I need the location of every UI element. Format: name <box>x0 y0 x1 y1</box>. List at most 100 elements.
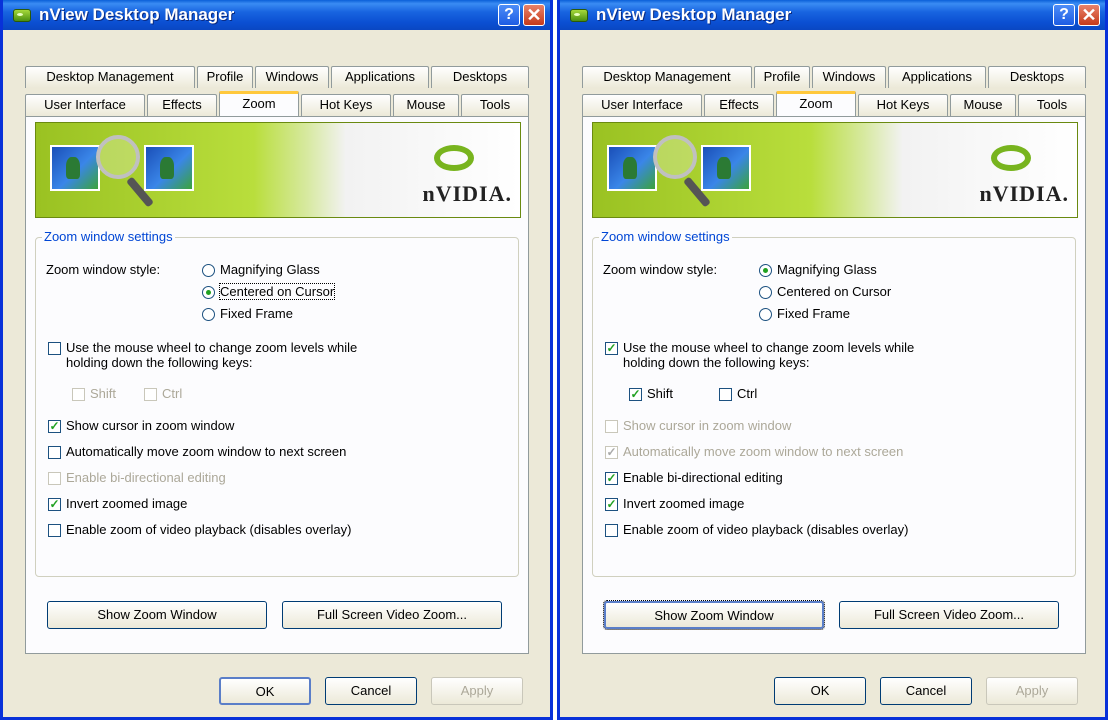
magnifier-icon <box>96 135 140 179</box>
show-zoom-window-button[interactable]: Show Zoom Window <box>47 601 267 629</box>
tab-mouse[interactable]: Mouse <box>393 94 459 116</box>
ok-button[interactable]: OK <box>219 677 311 705</box>
tab-effects[interactable]: Effects <box>704 94 774 116</box>
mouse-wheel-label-1[interactable]: Use the mouse wheel to change zoom level… <box>623 340 914 355</box>
nvidia-app-icon <box>13 9 31 22</box>
zoom-settings-group: Zoom window settings Zoom window style: … <box>35 229 519 577</box>
full-screen-video-zoom-button[interactable]: Full Screen Video Zoom... <box>839 601 1059 629</box>
desktop-thumbnail <box>144 145 194 191</box>
help-icon[interactable]: ? <box>1053 4 1075 26</box>
title-bar[interactable]: nView Desktop Manager ? ✕ <box>560 0 1105 30</box>
radio-magnifying-glass-label[interactable]: Magnifying Glass <box>777 262 877 277</box>
tab-zoom[interactable]: Zoom <box>219 91 299 116</box>
mouse-wheel-checkbox[interactable]: ✓ <box>605 342 618 355</box>
tab-hot-keys[interactable]: Hot Keys <box>858 94 948 116</box>
radio-magnifying-glass[interactable] <box>202 264 215 277</box>
show-zoom-window-button[interactable]: Show Zoom Window <box>603 600 825 630</box>
nvidia-banner: nVIDIA. <box>35 122 521 218</box>
window-title: nView Desktop Manager <box>39 5 235 24</box>
group-title: Zoom window settings <box>599 229 732 244</box>
radio-centered-on-cursor[interactable] <box>202 286 215 299</box>
radio-fixed-frame[interactable] <box>759 308 772 321</box>
video-zoom-checkbox[interactable] <box>48 524 61 537</box>
desktop-thumbnail <box>50 145 100 191</box>
radio-fixed-frame[interactable] <box>202 308 215 321</box>
tab-profile[interactable]: Profile <box>197 66 253 88</box>
auto-move-checkbox[interactable] <box>48 446 61 459</box>
bidir-editing-checkbox[interactable]: ✓ <box>605 472 618 485</box>
auto-move-label[interactable]: Automatically move zoom window to next s… <box>66 444 346 459</box>
mouse-wheel-label-2[interactable]: holding down the following keys: <box>66 355 252 370</box>
ctrl-checkbox[interactable] <box>144 388 157 401</box>
nvidia-logo: nVIDIA. <box>979 181 1069 206</box>
tab-applications[interactable]: Applications <box>331 66 429 88</box>
radio-centered-on-cursor-label[interactable]: Centered on Cursor <box>777 284 891 299</box>
show-cursor-checkbox[interactable]: ✓ <box>48 420 61 433</box>
nvidia-app-icon <box>570 9 588 22</box>
tab-user-interface[interactable]: User Interface <box>25 94 145 116</box>
zoom-panel: nVIDIA. Zoom window settings Zoom window… <box>582 116 1086 654</box>
cancel-button[interactable]: Cancel <box>325 677 417 705</box>
shift-checkbox[interactable] <box>72 388 85 401</box>
tab-desktops[interactable]: Desktops <box>988 66 1086 88</box>
full-screen-video-zoom-button[interactable]: Full Screen Video Zoom... <box>282 601 502 629</box>
ctrl-checkbox[interactable] <box>719 388 732 401</box>
invert-image-checkbox[interactable]: ✓ <box>48 498 61 511</box>
tab-desktop-management[interactable]: Desktop Management <box>25 66 195 88</box>
tab-effects[interactable]: Effects <box>147 94 217 116</box>
nvidia-banner: nVIDIA. <box>592 122 1078 218</box>
radio-centered-on-cursor[interactable] <box>759 286 772 299</box>
radio-magnifying-glass-label[interactable]: Magnifying Glass <box>220 262 320 277</box>
invert-image-checkbox[interactable]: ✓ <box>605 498 618 511</box>
video-zoom-label[interactable]: Enable zoom of video playback (disables … <box>66 522 351 537</box>
bidir-editing-checkbox[interactable] <box>48 472 61 485</box>
invert-image-label[interactable]: Invert zoomed image <box>623 496 744 511</box>
video-zoom-checkbox[interactable] <box>605 524 618 537</box>
show-cursor-checkbox[interactable] <box>605 420 618 433</box>
desktop-thumbnail <box>607 145 657 191</box>
radio-centered-on-cursor-label[interactable]: Centered on Cursor <box>218 283 336 300</box>
tab-hot-keys[interactable]: Hot Keys <box>301 94 391 116</box>
tab-zoom[interactable]: Zoom <box>776 91 856 116</box>
radio-fixed-frame-label[interactable]: Fixed Frame <box>220 306 293 321</box>
tab-user-interface[interactable]: User Interface <box>582 94 702 116</box>
show-cursor-label[interactable]: Show cursor in zoom window <box>66 418 234 433</box>
title-bar[interactable]: nView Desktop Manager ? ✕ <box>3 0 550 30</box>
tab-desktops[interactable]: Desktops <box>431 66 529 88</box>
tab-windows[interactable]: Windows <box>812 66 886 88</box>
mouse-wheel-label-2[interactable]: holding down the following keys: <box>623 355 809 370</box>
video-zoom-label[interactable]: Enable zoom of video playback (disables … <box>623 522 908 537</box>
shift-label[interactable]: Shift <box>647 386 673 401</box>
nview-window-left: nView Desktop Manager ? ✕ Desktop Manage… <box>0 0 553 720</box>
zoom-style-label: Zoom window style: <box>46 262 161 277</box>
window-title: nView Desktop Manager <box>596 5 792 24</box>
mouse-wheel-checkbox[interactable] <box>48 342 61 355</box>
tab-applications[interactable]: Applications <box>888 66 986 88</box>
nvidia-eye-icon <box>991 145 1031 171</box>
tab-profile[interactable]: Profile <box>754 66 810 88</box>
shift-checkbox[interactable]: ✓ <box>629 388 642 401</box>
apply-button[interactable]: Apply <box>431 677 523 705</box>
close-icon[interactable]: ✕ <box>523 4 545 26</box>
tab-tools[interactable]: Tools <box>1018 94 1086 116</box>
tab-desktop-management[interactable]: Desktop Management <box>582 66 752 88</box>
nview-window-right: nView Desktop Manager ? ✕ Desktop Manage… <box>557 0 1108 720</box>
invert-image-label[interactable]: Invert zoomed image <box>66 496 187 511</box>
tab-mouse[interactable]: Mouse <box>950 94 1016 116</box>
bidir-editing-label[interactable]: Enable bi-directional editing <box>623 470 783 485</box>
zoom-settings-group: Zoom window settings Zoom window style: … <box>592 229 1076 577</box>
apply-button[interactable]: Apply <box>986 677 1078 705</box>
ok-button[interactable]: OK <box>774 677 866 705</box>
cancel-button[interactable]: Cancel <box>880 677 972 705</box>
shift-label: Shift <box>90 386 117 401</box>
mouse-wheel-label-1[interactable]: Use the mouse wheel to change zoom level… <box>66 340 357 355</box>
help-icon[interactable]: ? <box>498 4 520 26</box>
tab-windows[interactable]: Windows <box>255 66 329 88</box>
radio-magnifying-glass[interactable] <box>759 264 772 277</box>
ctrl-label[interactable]: Ctrl <box>737 386 757 401</box>
group-title: Zoom window settings <box>42 229 175 244</box>
radio-fixed-frame-label[interactable]: Fixed Frame <box>777 306 850 321</box>
auto-move-checkbox[interactable]: ✓ <box>605 446 618 459</box>
close-icon[interactable]: ✕ <box>1078 4 1100 26</box>
tab-tools[interactable]: Tools <box>461 94 529 116</box>
